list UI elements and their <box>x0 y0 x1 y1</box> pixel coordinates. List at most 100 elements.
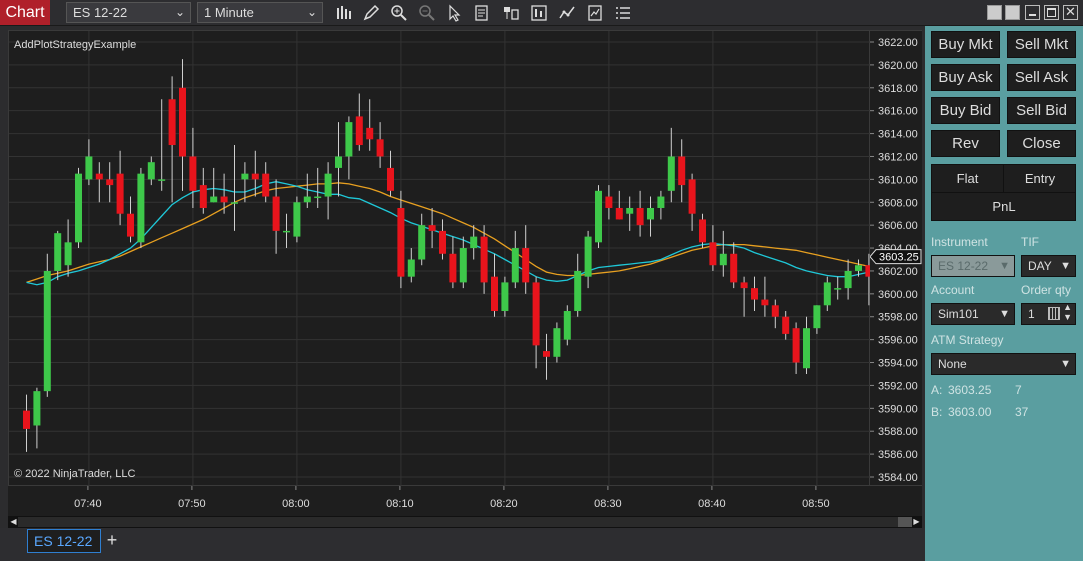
price-axis-label: 3590.00 <box>878 403 918 415</box>
price-axis-label: 3600.00 <box>878 289 918 301</box>
tab-es-12-22[interactable]: ES 12-22 <box>27 529 101 553</box>
strategy-label: AddPlotStrategyExample <box>14 39 136 51</box>
add-tab-button[interactable]: + <box>104 530 120 550</box>
candle-down <box>771 305 779 317</box>
price-axis-label: 3610.00 <box>878 174 918 186</box>
window-tile-icon[interactable] <box>987 5 1002 20</box>
candle-up <box>459 248 467 283</box>
candle-down <box>366 127 374 140</box>
sma-slow-line <box>26 182 871 284</box>
candle-up <box>303 196 311 203</box>
candle-down <box>782 316 790 334</box>
candle-up <box>137 173 145 243</box>
order-qty-stepper[interactable]: 1 ▲ ▼ <box>1021 302 1076 325</box>
bid-price: 3603.00 <box>948 405 992 419</box>
chart-title-tab[interactable]: Chart <box>0 0 50 25</box>
candle-down <box>272 196 280 231</box>
price-axis[interactable]: 3622.00 3620.00 3618.00 3616.00 3614.00 3612.… <box>870 30 922 486</box>
strategies-icon[interactable] <box>558 4 576 22</box>
pointer-icon[interactable] <box>445 4 463 22</box>
close-icon[interactable]: ✕ <box>1063 5 1078 20</box>
draw-pencil-icon[interactable] <box>362 4 380 22</box>
candle-up <box>855 265 862 271</box>
candle-up <box>823 282 831 306</box>
maximize-icon[interactable] <box>1044 5 1059 20</box>
chart-trader-icon[interactable] <box>530 4 548 22</box>
candle-down <box>615 207 623 220</box>
window-tile2-icon[interactable] <box>1005 5 1020 20</box>
copyright-label: © 2022 NinjaTrader, LLC <box>14 468 135 480</box>
candle-down <box>605 196 613 208</box>
buy-ask-button[interactable]: Buy Ask <box>931 64 1000 91</box>
sell-bid-button[interactable]: Sell Bid <box>1007 97 1076 124</box>
reverse-button[interactable]: Rev <box>931 130 1000 157</box>
instrument-field[interactable]: ES 12-22 ▼ <box>931 255 1015 277</box>
zoom-in-icon[interactable] <box>390 4 408 22</box>
list-icon[interactable] <box>614 4 632 22</box>
price-axis-label: 3622.00 <box>878 37 918 49</box>
scroll-left-icon[interactable]: ◀ <box>9 517 18 527</box>
scrollbar-thumb[interactable] <box>898 517 912 527</box>
candle-down <box>740 282 748 289</box>
properties-icon[interactable] <box>473 4 491 22</box>
entry-label: Entry <box>1004 165 1076 193</box>
candle-down <box>95 173 103 180</box>
candle-up <box>407 259 415 277</box>
scroll-right-icon[interactable]: ▶ <box>912 517 921 527</box>
close-position-button[interactable]: Close <box>1007 130 1076 157</box>
stepper-arrows-icon[interactable]: ▲ ▼ <box>1063 302 1072 322</box>
candle-up <box>647 207 654 220</box>
candle-up <box>844 270 852 289</box>
sell-mkt-button[interactable]: Sell Mkt <box>1007 31 1076 58</box>
zoom-out-icon[interactable] <box>418 4 436 22</box>
candle-down <box>428 225 436 231</box>
indicators-icon[interactable] <box>586 4 604 22</box>
chart-trader-panel: Buy Mkt Sell Mkt Buy Ask Sell Ask Buy Bi… <box>925 26 1083 561</box>
calculator-icon[interactable] <box>1048 307 1060 320</box>
candle-up <box>231 202 238 204</box>
price-axis-label: 3594.00 <box>878 358 918 370</box>
instrument-field-value: ES 12-22 <box>938 259 989 273</box>
instrument-overlay-icon[interactable] <box>502 4 520 22</box>
time-axis-label: 08:00 <box>282 498 310 510</box>
minimize-icon[interactable] <box>1025 5 1040 20</box>
chart-scrollbar[interactable]: ◀ ▶ <box>8 516 922 528</box>
sell-ask-button[interactable]: Sell Ask <box>1007 64 1076 91</box>
time-axis-label: 07:50 <box>178 498 206 510</box>
account-select[interactable]: Sim101 ▼ <box>931 303 1015 325</box>
bar-type-icon[interactable] <box>335 4 353 22</box>
bottom-tab-bar: ES 12-22 + <box>0 528 925 561</box>
candle-up <box>584 236 592 277</box>
time-axis-label: 08:50 <box>802 498 830 510</box>
candle-up <box>345 122 353 157</box>
candle-down <box>355 116 363 146</box>
candle-up <box>511 248 519 283</box>
time-axis-label: 08:40 <box>698 498 726 510</box>
buy-mkt-button[interactable]: Buy Mkt <box>931 31 1000 58</box>
instrument-selector[interactable]: ES 12-22 ⌄ <box>66 2 191 23</box>
price-chart-panel[interactable]: AddPlotStrategyExample © 2022 NinjaTrade… <box>8 30 871 487</box>
price-axis-label: 3606.00 <box>878 220 918 232</box>
candle-up <box>241 173 249 180</box>
buy-bid-button[interactable]: Buy Bid <box>931 97 1000 124</box>
candle-down <box>480 236 488 283</box>
candle-down <box>116 173 124 214</box>
price-axis-label: 3592.00 <box>878 380 918 392</box>
tif-label: TIF <box>1021 235 1039 249</box>
candle-down <box>636 207 644 226</box>
candle-up <box>719 253 727 266</box>
time-axis[interactable]: 07:40 07:50 08:00 08:10 08:20 08:30 08:40 08:50 <box>8 486 922 516</box>
interval-selector[interactable]: 1 Minute ⌄ <box>197 2 323 23</box>
candle-down <box>522 248 530 283</box>
price-axis-label: 3598.00 <box>878 312 918 324</box>
candle-up <box>813 305 821 329</box>
price-axis-label: 3616.00 <box>878 106 918 118</box>
bid-label: B: <box>931 405 943 419</box>
tif-select[interactable]: DAY ▼ <box>1021 255 1076 277</box>
candle-up <box>75 173 82 243</box>
time-axis-label: 07:40 <box>74 498 102 510</box>
atm-strategy-select[interactable]: None ▼ <box>931 353 1076 375</box>
price-axis-label: 3602.00 <box>878 266 918 278</box>
atm-strategy-value: None <box>938 357 967 371</box>
candle-up <box>834 288 842 290</box>
